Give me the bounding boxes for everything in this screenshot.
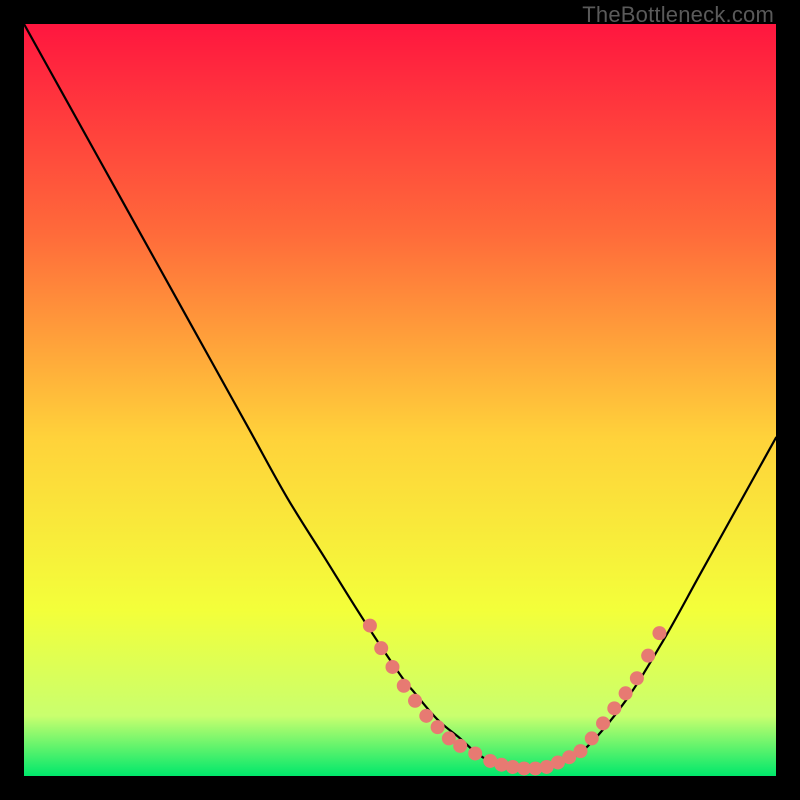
curve-marker bbox=[431, 720, 445, 734]
curve-marker bbox=[573, 744, 587, 758]
bottleneck-chart bbox=[24, 24, 776, 776]
curve-marker bbox=[607, 701, 621, 715]
curve-marker bbox=[363, 619, 377, 633]
curve-marker bbox=[453, 739, 467, 753]
gradient-background bbox=[24, 24, 776, 776]
curve-marker bbox=[408, 694, 422, 708]
curve-marker bbox=[585, 731, 599, 745]
curve-marker bbox=[374, 641, 388, 655]
curve-marker bbox=[596, 716, 610, 730]
curve-marker bbox=[630, 671, 644, 685]
curve-marker bbox=[619, 686, 633, 700]
curve-marker bbox=[419, 709, 433, 723]
curve-marker bbox=[652, 626, 666, 640]
curve-marker bbox=[641, 649, 655, 663]
curve-marker bbox=[468, 746, 482, 760]
chart-frame bbox=[24, 24, 776, 776]
curve-marker bbox=[385, 660, 399, 674]
curve-marker bbox=[397, 679, 411, 693]
